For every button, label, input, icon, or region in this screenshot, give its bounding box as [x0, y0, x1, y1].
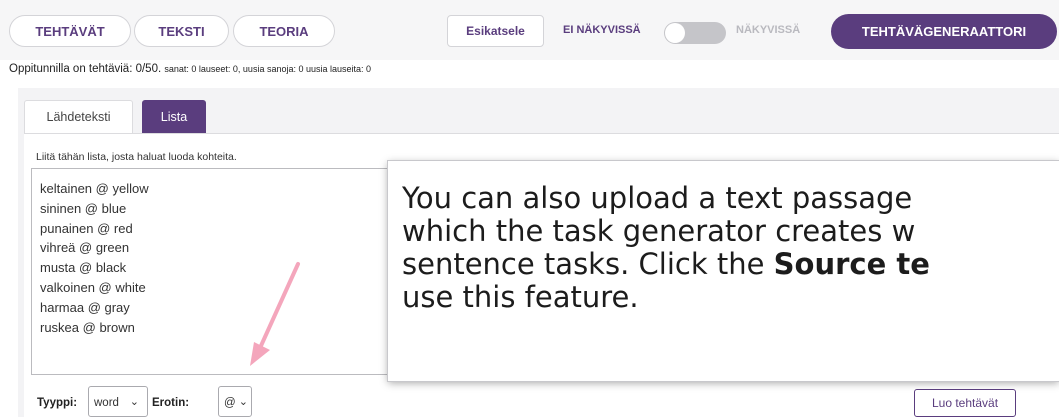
visibility-toggle[interactable] [664, 22, 726, 44]
tab-tasks[interactable]: TEHTÄVÄT [9, 15, 131, 47]
source-text-emphasis: Source te [773, 247, 930, 281]
tooltip-text: sentence tasks. Click the [402, 247, 774, 281]
not-visible-label: EI NÄKYVISSÄ [563, 24, 641, 36]
tab-source-text[interactable]: Lähdeteksti [24, 100, 133, 133]
tutorial-tooltip: You can also upload a text passage which… [388, 161, 1059, 381]
tab-theory[interactable]: TEORIA [233, 15, 335, 47]
task-count-main: Oppitunnilla on tehtäviä: 0/50. [9, 63, 162, 75]
toggle-knob [665, 23, 685, 43]
type-label: Tyyppi: [37, 397, 78, 409]
separator-select[interactable]: @ ⌄ [218, 386, 252, 417]
tooltip-line: which the task generator creates w [402, 214, 916, 248]
tooltip-line: You can also upload a text passage [402, 181, 913, 215]
visible-label: NÄKYVISSÄ [736, 24, 801, 36]
task-count-detail: sanat: 0 lauseet: 0, uusia sanoja: 0 uus… [164, 64, 372, 74]
chevron-down-icon: ⌄ [129, 396, 139, 408]
type-select[interactable]: word ⌄ [88, 386, 148, 417]
list-instruction: Liitä tähän lista, josta haluat luoda ko… [36, 151, 237, 163]
task-counts: Oppitunnilla on tehtäviä: 0/50. sanat: 0… [9, 63, 371, 75]
create-tasks-button[interactable]: Luo tehtävät [914, 389, 1016, 417]
separator-label: Erotin: [152, 397, 190, 409]
tab-list[interactable]: Lista [142, 100, 206, 133]
tooltip-line: use this feature. [402, 280, 639, 314]
tooltip-line: sentence tasks. Click the Source te [402, 248, 1059, 281]
separator-select-value: @ [224, 397, 236, 409]
annotation-arrow-icon [250, 262, 300, 366]
chevron-down-icon: ⌄ [238, 396, 248, 408]
type-select-value: word [94, 397, 119, 409]
preview-button[interactable]: Esikatsele [447, 15, 544, 47]
tab-text[interactable]: TEKSTI [134, 15, 229, 47]
task-generator-button[interactable]: TEHTÄVÄGENERAATTORI [831, 14, 1057, 49]
